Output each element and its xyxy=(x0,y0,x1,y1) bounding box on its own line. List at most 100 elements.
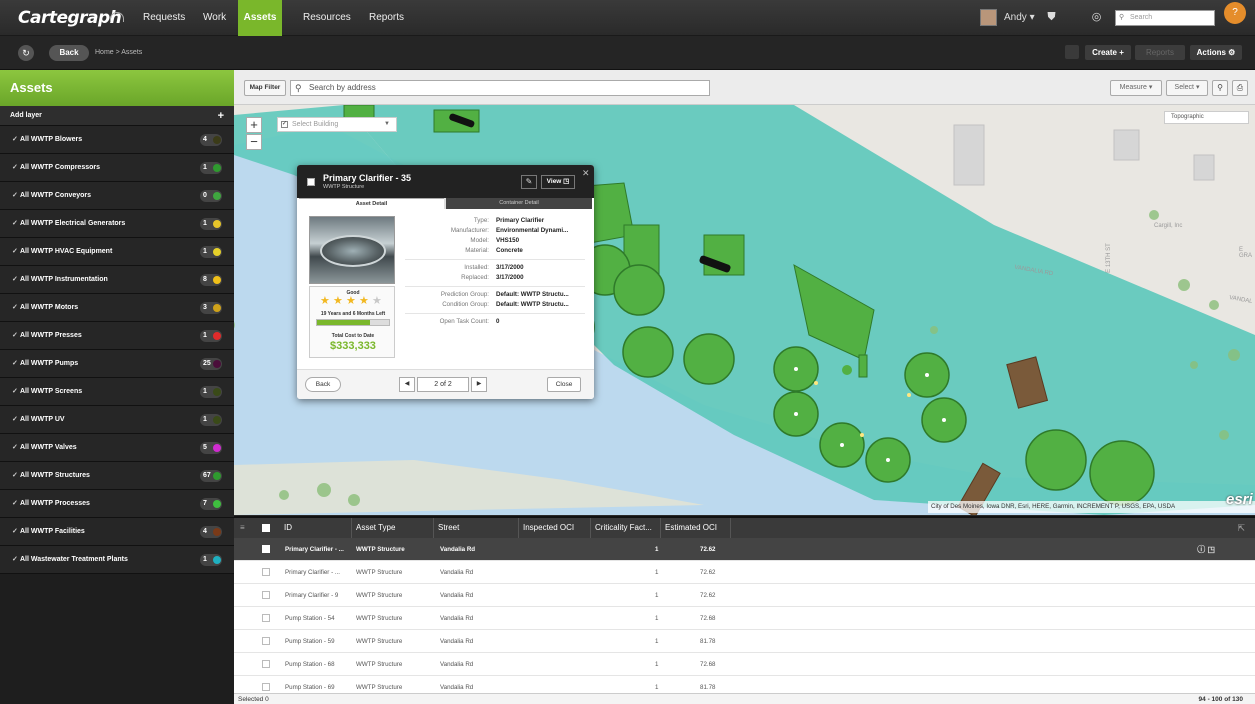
layer-visible-checkmark-icon[interactable]: ✓ xyxy=(12,434,18,462)
refresh-button[interactable]: ↻ xyxy=(18,45,34,61)
help-icon[interactable]: ? xyxy=(1224,2,1246,24)
layer-visible-checkmark-icon[interactable]: ✓ xyxy=(12,490,18,518)
table-row[interactable]: Pump Station - 69 WWTP Structure Vandalia … xyxy=(234,676,1255,693)
column-header-inspected-oci[interactable]: Inspected OCI xyxy=(519,518,591,538)
layer-visible-checkmark-icon[interactable]: ✓ xyxy=(12,126,18,154)
row-checkbox[interactable] xyxy=(262,614,270,622)
layer-visible-checkmark-icon[interactable]: ✓ xyxy=(12,518,18,546)
shield-icon[interactable]: ⛊ xyxy=(1045,11,1058,24)
row-checkbox[interactable] xyxy=(262,683,270,691)
layer-visible-checkmark-icon[interactable]: ✓ xyxy=(12,406,18,434)
nav-requests[interactable]: Requests xyxy=(143,12,185,23)
actions-button[interactable]: Actions ⚙ xyxy=(1190,45,1242,60)
row-checkbox[interactable] xyxy=(262,568,270,576)
layer-item[interactable]: ✓ All WWTP UV 1 xyxy=(0,406,234,434)
layer-visible-checkmark-icon[interactable]: ✓ xyxy=(12,294,18,322)
select-dropdown[interactable]: Select ▾ xyxy=(1166,80,1208,96)
history-icon[interactable]: ◎ xyxy=(1090,11,1103,24)
building-select[interactable]: ✓ Select Building ▼ xyxy=(277,117,397,132)
layer-item[interactable]: ✓ All WWTP Compressors 1 xyxy=(0,154,234,182)
global-search-input[interactable]: ⚲ Search xyxy=(1115,10,1215,26)
next-icon[interactable]: ▶ xyxy=(471,377,487,392)
layer-visible-checkmark-icon[interactable]: ✓ xyxy=(12,266,18,294)
create-button[interactable]: Create + xyxy=(1085,45,1131,60)
layer-item[interactable]: ✓ All WWTP Blowers 4 xyxy=(0,126,234,154)
layer-item[interactable]: ✓ All WWTP Instrumentation 8 xyxy=(0,266,234,294)
view-button[interactable]: View ◳ xyxy=(541,175,575,189)
plus-icon[interactable]: + xyxy=(218,106,224,126)
layer-visible-checkmark-icon[interactable]: ✓ xyxy=(12,322,18,350)
layer-item[interactable]: ✓ All WWTP Screens 1 xyxy=(0,378,234,406)
previous-icon[interactable]: ◀ xyxy=(399,377,415,392)
layer-item[interactable]: ✓ All WWTP Processes 7 xyxy=(0,490,234,518)
user-avatar[interactable] xyxy=(980,9,997,26)
close-icon[interactable]: ✕ xyxy=(582,168,590,179)
popup-back-button[interactable]: Back xyxy=(305,377,341,392)
layer-item[interactable]: ✓ All WWTP Facilities 4 xyxy=(0,518,234,546)
table-row[interactable]: Primary Clarifier - ... WWTP Structure Van… xyxy=(234,561,1255,584)
layer-item[interactable]: ✓ All WWTP Presses 1 xyxy=(0,322,234,350)
map-filter-button[interactable]: Map Filter xyxy=(244,80,286,96)
layer-visible-checkmark-icon[interactable]: ✓ xyxy=(12,210,18,238)
column-header-asset-type[interactable]: Asset Type xyxy=(352,518,434,538)
nav-reports[interactable]: Reports xyxy=(369,12,404,23)
basemap-select[interactable]: Topographic xyxy=(1164,111,1249,124)
layer-visible-checkmark-icon[interactable]: ✓ xyxy=(12,154,18,182)
print-icon[interactable]: ⎙ xyxy=(1232,80,1248,96)
layer-visible-checkmark-icon[interactable]: ✓ xyxy=(12,378,18,406)
column-header-id[interactable]: ID xyxy=(280,518,352,538)
row-checkbox[interactable] xyxy=(262,637,270,645)
nav-resources[interactable]: Resources xyxy=(303,12,351,23)
column-menu-icon[interactable]: ≡ xyxy=(240,518,245,538)
layer-item[interactable]: ✓ All WWTP Pumps 25 xyxy=(0,350,234,378)
layer-item[interactable]: ✓ All WWTP Electrical Generators 1 xyxy=(0,210,234,238)
popup-close-button[interactable]: Close xyxy=(547,377,581,392)
tab-asset-detail[interactable]: Asset Detail xyxy=(299,198,444,209)
back-button[interactable]: Back xyxy=(49,45,89,61)
address-search-input[interactable]: ⚲ Search by address xyxy=(290,80,710,96)
zoom-in-button[interactable]: + xyxy=(246,117,262,133)
add-layer-row[interactable]: Add layer + xyxy=(0,106,234,126)
layer-item[interactable]: ✓ All WWTP Valves 5 xyxy=(0,434,234,462)
table-row[interactable]: Pump Station - 54 WWTP Structure Vandalia … xyxy=(234,607,1255,630)
checkmark-icon[interactable]: ✓ xyxy=(281,121,288,128)
row-action-icons[interactable]: ⓘ ◳ xyxy=(1197,538,1215,561)
layer-visible-checkmark-icon[interactable]: ✓ xyxy=(12,350,18,378)
dashboard-gauge-icon[interactable] xyxy=(110,12,124,22)
row-checkbox[interactable] xyxy=(262,591,270,599)
layer-visible-checkmark-icon[interactable]: ✓ xyxy=(12,546,18,574)
layer-item[interactable]: ✓ All WWTP Conveyors 0 xyxy=(0,182,234,210)
zoom-out-button[interactable]: − xyxy=(246,134,262,150)
map-pin-icon[interactable]: ⚲ xyxy=(1212,80,1228,96)
row-checkbox[interactable] xyxy=(262,545,270,553)
layer-visible-checkmark-icon[interactable]: ✓ xyxy=(12,238,18,266)
export-icon[interactable]: ⇱ xyxy=(1237,518,1245,538)
table-row[interactable]: Pump Station - 59 WWTP Structure Vandalia … xyxy=(234,630,1255,653)
layer-visible-checkmark-icon[interactable]: ✓ xyxy=(12,462,18,490)
tab-container-detail[interactable]: Container Detail xyxy=(446,198,592,209)
nav-assets[interactable]: Assets xyxy=(238,0,282,36)
row-checkbox[interactable] xyxy=(262,660,270,668)
asset-photo[interactable] xyxy=(309,216,395,284)
table-row[interactable]: Pump Station - 68 WWTP Structure Vandalia … xyxy=(234,653,1255,676)
layer-item[interactable]: ✓ All WWTP HVAC Equipment 1 xyxy=(0,238,234,266)
cartegraph-logo[interactable]: Cartegraph xyxy=(18,8,122,28)
layer-label: All WWTP Facilities xyxy=(20,528,85,535)
select-all-checkbox[interactable] xyxy=(262,524,270,532)
layer-visible-checkmark-icon[interactable]: ✓ xyxy=(12,182,18,210)
column-header-criticality[interactable]: Criticality Fact... xyxy=(591,518,661,538)
user-menu[interactable]: Andy ▾ xyxy=(1004,12,1035,23)
column-header-street[interactable]: Street xyxy=(434,518,519,538)
layer-item[interactable]: ✓ All Wastewater Treatment Plants 1 xyxy=(0,546,234,574)
edit-icon[interactable]: ✎ xyxy=(521,175,537,189)
reports-button[interactable]: Reports xyxy=(1135,45,1185,60)
layer-item[interactable]: ✓ All WWTP Motors 3 xyxy=(0,294,234,322)
layer-item[interactable]: ✓ All WWTP Structures 67 xyxy=(0,462,234,490)
table-row[interactable]: Primary Clarifier - 9 WWTP Structure Vanda… xyxy=(234,584,1255,607)
breadcrumb[interactable]: Home > Assets xyxy=(95,49,142,56)
column-header-estimated-oci[interactable]: Estimated OCI xyxy=(661,518,731,538)
table-row[interactable]: Primary Clarifier - ... WWTP Structure Van… xyxy=(234,538,1255,561)
popup-select-checkbox[interactable] xyxy=(307,178,315,186)
measure-dropdown[interactable]: Measure ▾ xyxy=(1110,80,1162,96)
nav-work[interactable]: Work xyxy=(203,12,226,23)
